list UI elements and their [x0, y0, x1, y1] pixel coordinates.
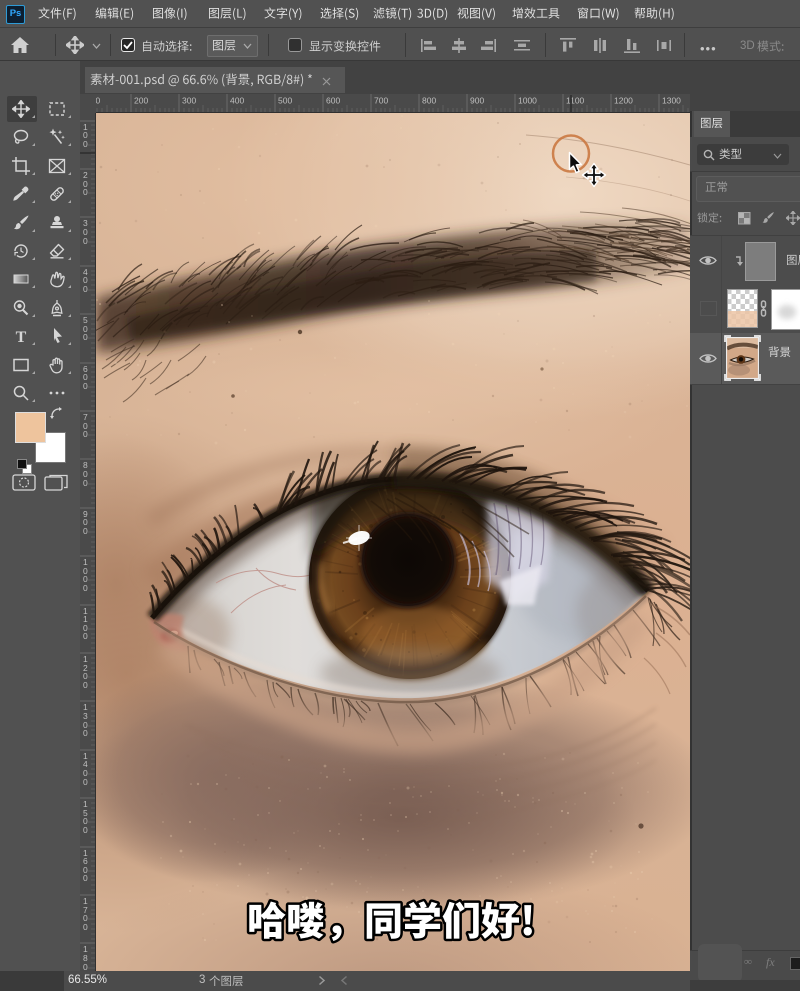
svg-text:500: 500	[278, 96, 292, 106]
svg-text:0: 0	[83, 922, 88, 932]
svg-text:300: 300	[182, 96, 196, 106]
svg-text:0: 0	[83, 526, 88, 536]
svg-text:1300: 1300	[662, 96, 681, 106]
svg-text:0: 0	[83, 284, 88, 294]
svg-text:0: 0	[83, 631, 88, 641]
svg-text:900: 900	[470, 96, 484, 106]
svg-text:200: 200	[134, 96, 148, 106]
svg-text:0: 0	[83, 825, 88, 835]
svg-text:700: 700	[374, 96, 388, 106]
svg-text:1100: 1100	[566, 96, 585, 106]
svg-text:T: T	[16, 329, 27, 345]
svg-text:0: 0	[83, 381, 88, 391]
svg-text:0: 0	[83, 680, 88, 690]
svg-text:0: 0	[83, 429, 88, 439]
svg-text:0: 0	[83, 236, 88, 246]
svg-text:800: 800	[422, 96, 436, 106]
svg-text:0: 0	[83, 728, 88, 738]
svg-text:0: 0	[83, 777, 88, 787]
svg-text:0: 0	[83, 583, 88, 593]
svg-text:0: 0	[83, 332, 88, 342]
svg-text:0: 0	[83, 873, 88, 883]
svg-text:0: 0	[83, 478, 88, 488]
svg-text:600: 600	[326, 96, 340, 106]
svg-text:0: 0	[83, 187, 88, 197]
svg-text:400: 400	[230, 96, 244, 106]
svg-text:0: 0	[83, 139, 88, 149]
svg-text:1000: 1000	[518, 96, 537, 106]
svg-text:1200: 1200	[614, 96, 633, 106]
